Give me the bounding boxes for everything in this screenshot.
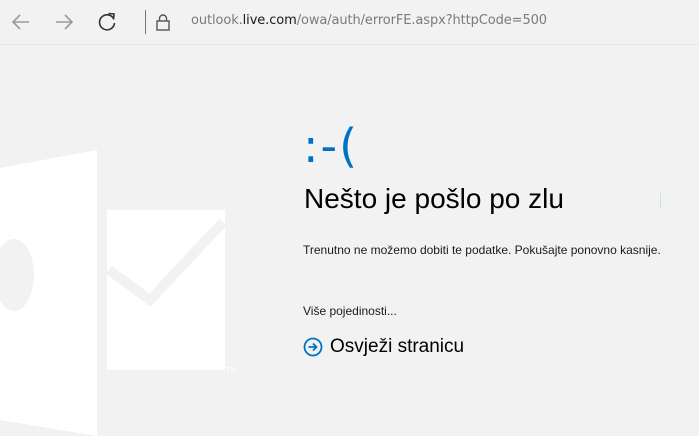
reload-button[interactable] xyxy=(94,9,120,35)
url-domain: live.com xyxy=(242,13,297,28)
error-message: Trenutno ne možemo dobiti te podatke. Po… xyxy=(303,243,661,257)
more-details-link[interactable]: Više pojedinosti... xyxy=(303,304,397,318)
toolbar-separator xyxy=(145,10,146,34)
sad-emoticon: :-( xyxy=(303,119,360,173)
lock-icon[interactable] xyxy=(155,13,171,31)
url-path: /owa/auth/errorFE.aspx?httpCode=500 xyxy=(296,13,547,28)
arrow-right-icon xyxy=(56,14,74,30)
svg-text:TM: TM xyxy=(226,367,236,374)
forward-button[interactable] xyxy=(51,9,77,35)
decorative-mark xyxy=(660,193,661,209)
back-button[interactable] xyxy=(8,9,34,35)
address-bar[interactable]: outlook.live.com/owa/auth/errorFE.aspx?h… xyxy=(191,13,547,28)
circle-arrow-right-icon xyxy=(303,337,323,357)
arrow-left-icon xyxy=(11,14,29,30)
refresh-icon xyxy=(98,12,116,31)
refresh-page-link[interactable]: Osvježi stranicu xyxy=(303,336,464,358)
error-headline: Nešto je pošlo po zlu xyxy=(304,183,564,214)
url-prefix: outlook. xyxy=(191,13,243,28)
browser-toolbar: outlook.live.com/owa/auth/errorFE.aspx?h… xyxy=(0,0,699,45)
outlook-logo-watermark: TM xyxy=(0,150,236,436)
refresh-page-label: Osvježi stranicu xyxy=(330,336,465,357)
